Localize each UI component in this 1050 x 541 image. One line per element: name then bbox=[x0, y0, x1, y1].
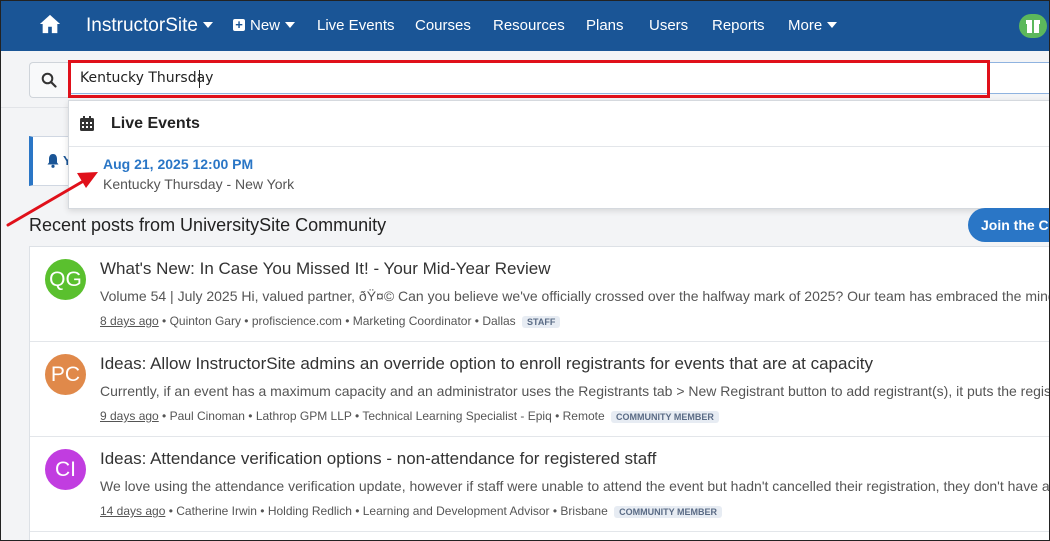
top-navbar: InstructorSite + New Live Events Courses … bbox=[1, 1, 1049, 51]
recent-posts-list: QG What's New: In Case You Missed It! - … bbox=[29, 246, 1050, 540]
results-section-title: Live Events bbox=[111, 115, 200, 132]
role-badge: COMMUNITY MEMBER bbox=[614, 505, 722, 518]
notification-alert[interactable]: Y bbox=[29, 136, 72, 186]
post-meta: 9 days ago • Paul Cinoman • Lathrop GPM … bbox=[100, 409, 719, 423]
result-event-name[interactable]: Kentucky Thursday - New York bbox=[103, 176, 294, 192]
search-results-dropdown: Live Events Aug 21, 2025 12:00 PM Kentuc… bbox=[68, 100, 1049, 209]
post-item[interactable]: PC Ideas: Allow InstructorSite admins an… bbox=[30, 342, 1050, 437]
post-item[interactable]: QG What's New: In Case You Missed It! - … bbox=[30, 247, 1050, 342]
post-excerpt: We love using the attendance verificatio… bbox=[100, 478, 1050, 494]
avatar[interactable]: PC bbox=[45, 354, 86, 395]
post-excerpt: Volume 54 | July 2025 Hi, valued partner… bbox=[100, 288, 1050, 304]
role-badge: STAFF bbox=[522, 315, 561, 328]
home-icon[interactable] bbox=[39, 13, 61, 35]
chevron-down-icon bbox=[285, 22, 296, 29]
more-label: More bbox=[788, 17, 823, 34]
post-meta: 8 days ago • Quinton Gary • profiscience… bbox=[100, 314, 561, 328]
new-menu[interactable]: + New bbox=[233, 1, 296, 51]
bell-icon bbox=[47, 154, 59, 168]
role-badge: COMMUNITY MEMBER bbox=[611, 410, 719, 423]
post-meta: 14 days ago • Catherine Irwin • Holding … bbox=[100, 504, 722, 518]
post-title[interactable]: Ideas: Attendance verification options -… bbox=[100, 449, 656, 469]
nav-live-events[interactable]: Live Events bbox=[317, 1, 395, 51]
search-button[interactable] bbox=[29, 62, 68, 98]
post-age-link[interactable]: 14 days ago bbox=[100, 504, 165, 518]
result-date[interactable]: Aug 21, 2025 12:00 PM bbox=[103, 156, 253, 172]
recent-posts-heading: Recent posts from UniversitySite Communi… bbox=[29, 215, 387, 235]
post-author-info: • Catherine Irwin • Holding Redlich • Le… bbox=[165, 504, 608, 518]
highlight-box bbox=[68, 60, 990, 98]
more-menu[interactable]: More bbox=[788, 1, 838, 51]
nav-resources[interactable]: Resources bbox=[493, 1, 565, 51]
calendar-icon bbox=[80, 116, 94, 131]
avatar[interactable]: QG bbox=[45, 259, 86, 300]
post-item[interactable]: CI Ideas: Attendance verification option… bbox=[30, 437, 1050, 532]
nav-users[interactable]: Users bbox=[649, 1, 688, 51]
nav-reports[interactable]: Reports bbox=[712, 1, 765, 51]
plus-icon: + bbox=[233, 18, 245, 32]
post-author-info: • Paul Cinoman • Lathrop GPM LLP • Techn… bbox=[158, 409, 605, 423]
avatar[interactable]: CI bbox=[45, 449, 86, 490]
nav-plans[interactable]: Plans bbox=[586, 1, 624, 51]
brand-menu[interactable]: InstructorSite bbox=[86, 1, 213, 51]
post-excerpt: Currently, if an event has a maximum cap… bbox=[100, 383, 1050, 399]
post-age-link[interactable]: 9 days ago bbox=[100, 409, 159, 423]
app-window: InstructorSite + New Live Events Courses … bbox=[0, 0, 1050, 541]
post-title[interactable]: Ideas: Allow InstructorSite admins an ov… bbox=[100, 354, 873, 374]
join-community-button[interactable]: Join the Co bbox=[968, 208, 1049, 242]
post-age-link[interactable]: 8 days ago bbox=[100, 314, 159, 328]
brand-label: InstructorSite bbox=[86, 15, 198, 36]
nav-courses[interactable]: Courses bbox=[415, 1, 471, 51]
gift-icon[interactable] bbox=[1019, 14, 1047, 38]
new-label: New bbox=[250, 17, 281, 34]
chevron-down-icon bbox=[202, 21, 213, 28]
post-title[interactable]: What's New: In Case You Missed It! - You… bbox=[100, 259, 551, 279]
search-icon bbox=[41, 72, 57, 88]
chevron-down-icon bbox=[827, 22, 838, 29]
results-section-header: Live Events bbox=[69, 101, 1049, 147]
post-author-info: • Quinton Gary • profiscience.com • Mark… bbox=[158, 314, 516, 328]
